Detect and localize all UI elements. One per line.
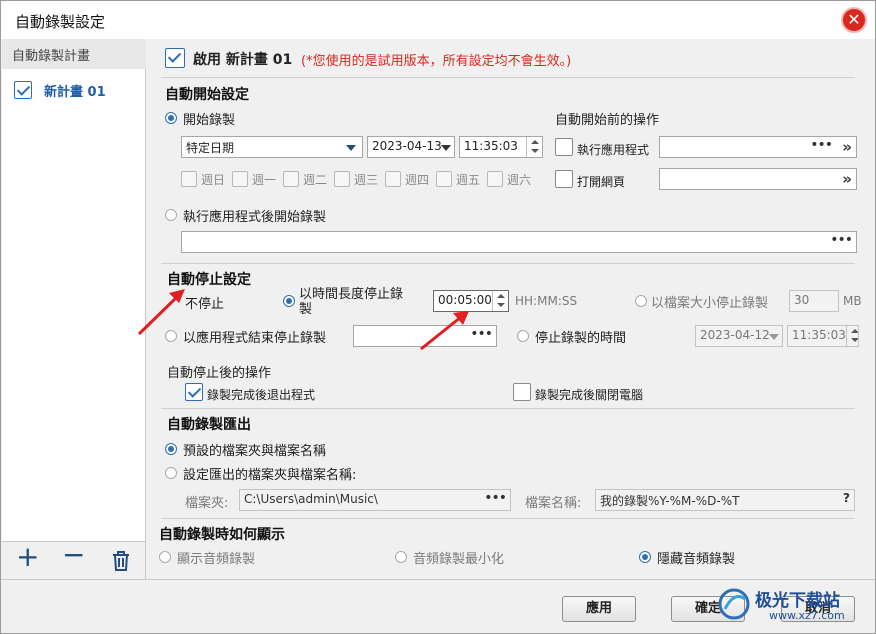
watermark-icon: [718, 588, 750, 620]
watermark-logo: 极光下载站 www.xz7.com: [717, 585, 873, 631]
watermark-url: www.xz7.com: [769, 609, 845, 622]
watermark-text: 极光下载站: [755, 591, 840, 611]
arrow-icon: [420, 311, 469, 351]
dialog-window: 自動錄製設定 ✕ 自動錄製計畫 新計畫 01 + − 啟用 新計畫 01 (*您…: [0, 0, 876, 634]
annotation-arrows: [137, 289, 469, 351]
arrow-icon: [137, 289, 185, 336]
